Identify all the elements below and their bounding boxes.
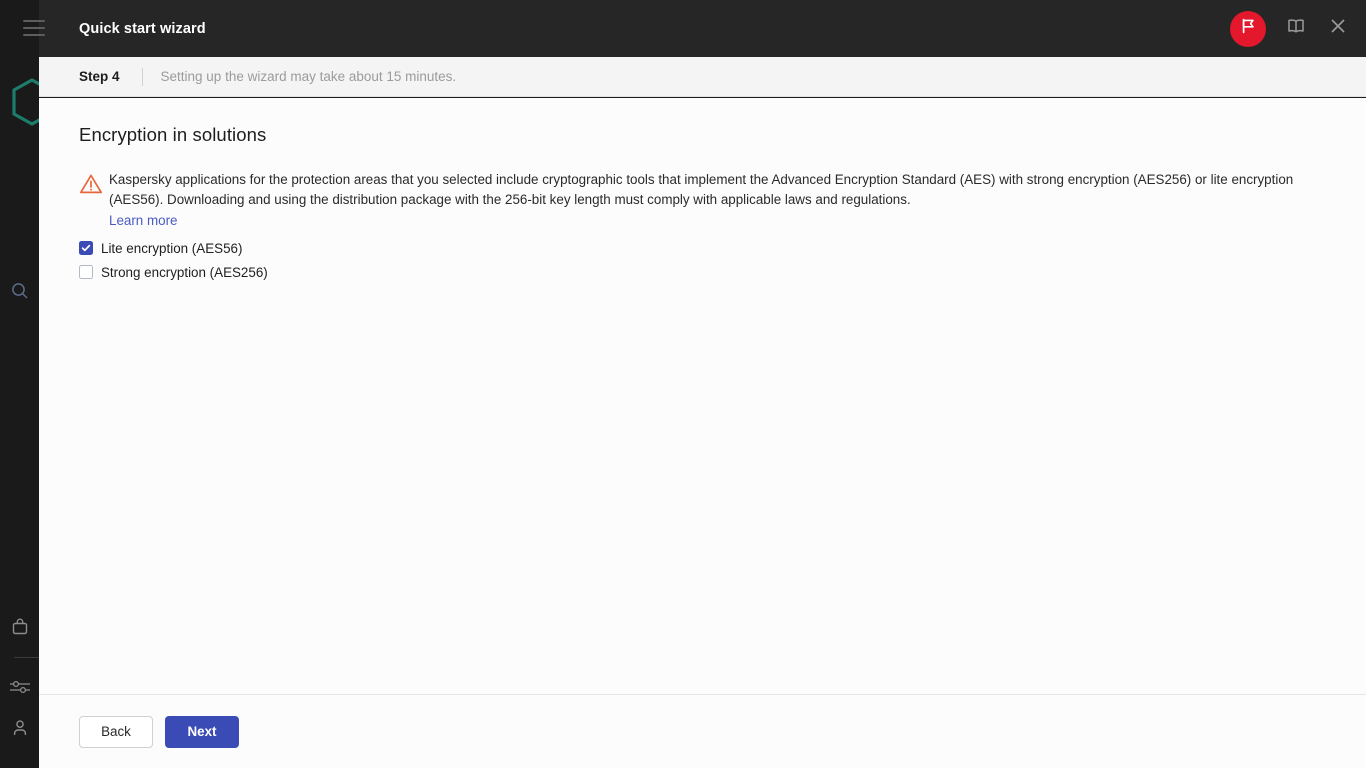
wizard-content-pane: Encryption in solutions Kaspersky applic… (39, 98, 1366, 694)
wizard-step-bar: Step 4 Setting up the wizard may take ab… (39, 57, 1366, 97)
quick-start-wizard-window: Quick start wizard Step 4 Setting up the… (0, 0, 1366, 768)
hexagon-logo-icon (10, 78, 39, 126)
sliders-icon (8, 677, 32, 697)
notice-text: Kaspersky applications for the protectio… (109, 172, 1294, 207)
next-button[interactable]: Next (165, 715, 239, 748)
user-icon (10, 718, 30, 738)
flag-icon (1239, 17, 1257, 40)
step-number-label: Step 4 (79, 69, 120, 84)
left-nav-sidebar (0, 0, 39, 768)
checkbox-strong-encryption-label: Strong encryption (AES256) (101, 264, 268, 280)
checkbox-lite-encryption-label: Lite encryption (AES56) (101, 240, 243, 256)
help-documentation-button[interactable] (1284, 17, 1308, 41)
encryption-options-list: Lite encryption (AES56) Strong encryptio… (79, 236, 1326, 284)
wizard-footer-bar: Back Next (39, 694, 1366, 768)
warning-triangle-icon (79, 170, 109, 200)
sidebar-divider (14, 657, 39, 658)
briefcase-icon (10, 617, 30, 637)
close-icon (1328, 16, 1348, 41)
encryption-warning-notice: Kaspersky applications for the protectio… (79, 170, 1326, 230)
sidebar-item-account[interactable] (0, 711, 39, 745)
step-separator (141, 67, 143, 86)
wizard-header-bar: Quick start wizard (23, 0, 1366, 57)
sidebar-item-search[interactable] (0, 274, 39, 308)
sidebar-item-settings[interactable] (0, 670, 39, 704)
section-heading: Encryption in solutions (79, 124, 267, 145)
back-button[interactable]: Back (79, 715, 153, 748)
step-description: Setting up the wizard may take about 15 … (160, 69, 457, 84)
hamburger-menu-icon[interactable] (23, 20, 45, 36)
feedback-flag-button[interactable] (1230, 10, 1266, 47)
page-title: Quick start wizard (79, 20, 206, 37)
notice-body: Kaspersky applications for the protectio… (109, 170, 1324, 230)
checkbox-lite-encryption[interactable]: Lite encryption (AES56) (79, 236, 1326, 260)
header-action-group (1230, 0, 1350, 57)
book-icon (1286, 16, 1306, 41)
check-icon (81, 243, 91, 253)
checkbox-lite-encryption-box[interactable] (79, 241, 93, 255)
search-icon (10, 281, 30, 301)
checkbox-strong-encryption[interactable]: Strong encryption (AES256) (79, 260, 1326, 284)
close-wizard-button[interactable] (1326, 17, 1350, 41)
sidebar-item-marketplace[interactable] (0, 610, 39, 644)
learn-more-link[interactable]: Learn more (109, 213, 177, 228)
checkbox-strong-encryption-box[interactable] (79, 265, 93, 279)
